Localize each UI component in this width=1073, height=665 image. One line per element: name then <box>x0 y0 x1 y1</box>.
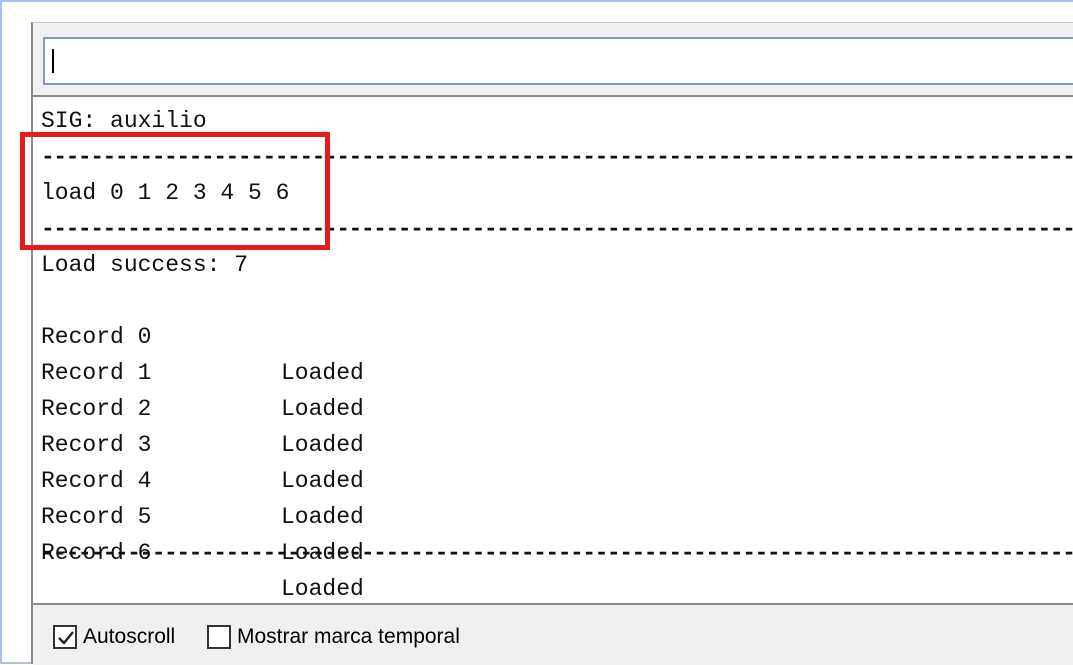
timestamp-checkbox[interactable]: Mostrar marca temporal <box>207 625 460 649</box>
text-caret <box>52 49 54 73</box>
output-divider: ----------------------------------------… <box>41 540 1073 566</box>
check-icon <box>58 631 74 645</box>
record-row: Record 3 Loaded <box>41 391 441 494</box>
record-row: Record 5 Loaded <box>41 463 441 566</box>
autoscroll-checkbox-box[interactable] <box>53 625 77 649</box>
output-line-load-command: load 0 1 2 3 4 5 6 <box>41 180 290 206</box>
output-divider: ----------------------------------------… <box>41 216 1073 242</box>
serial-monitor-window: SIG: auxilio ---------------------------… <box>31 22 1073 665</box>
serial-output[interactable]: SIG: auxilio ---------------------------… <box>33 95 1073 603</box>
output-line-sig: SIG: auxilio <box>41 108 207 134</box>
autoscroll-checkbox[interactable]: Autoscroll <box>53 625 175 649</box>
timestamp-checkbox-box[interactable] <box>207 625 231 649</box>
autoscroll-label: Autoscroll <box>83 625 176 648</box>
send-input[interactable] <box>43 37 1073 85</box>
record-state: Loaded <box>281 576 364 602</box>
output-divider: ----------------------------------------… <box>41 144 1073 170</box>
record-row: Record 2 Loaded <box>41 355 441 458</box>
status-bar: Autoscroll Mostrar marca temporal <box>33 603 1073 665</box>
record-row: Record 0 Loaded <box>41 283 441 386</box>
record-row: Record 1 Loaded <box>41 319 441 422</box>
record-row: Record 6 Loaded <box>41 499 441 602</box>
record-row: Record 4 Loaded <box>41 427 441 530</box>
output-line-load-success: Load success: 7 <box>41 252 249 278</box>
input-area <box>33 23 1073 95</box>
timestamp-label: Mostrar marca temporal <box>237 625 460 648</box>
